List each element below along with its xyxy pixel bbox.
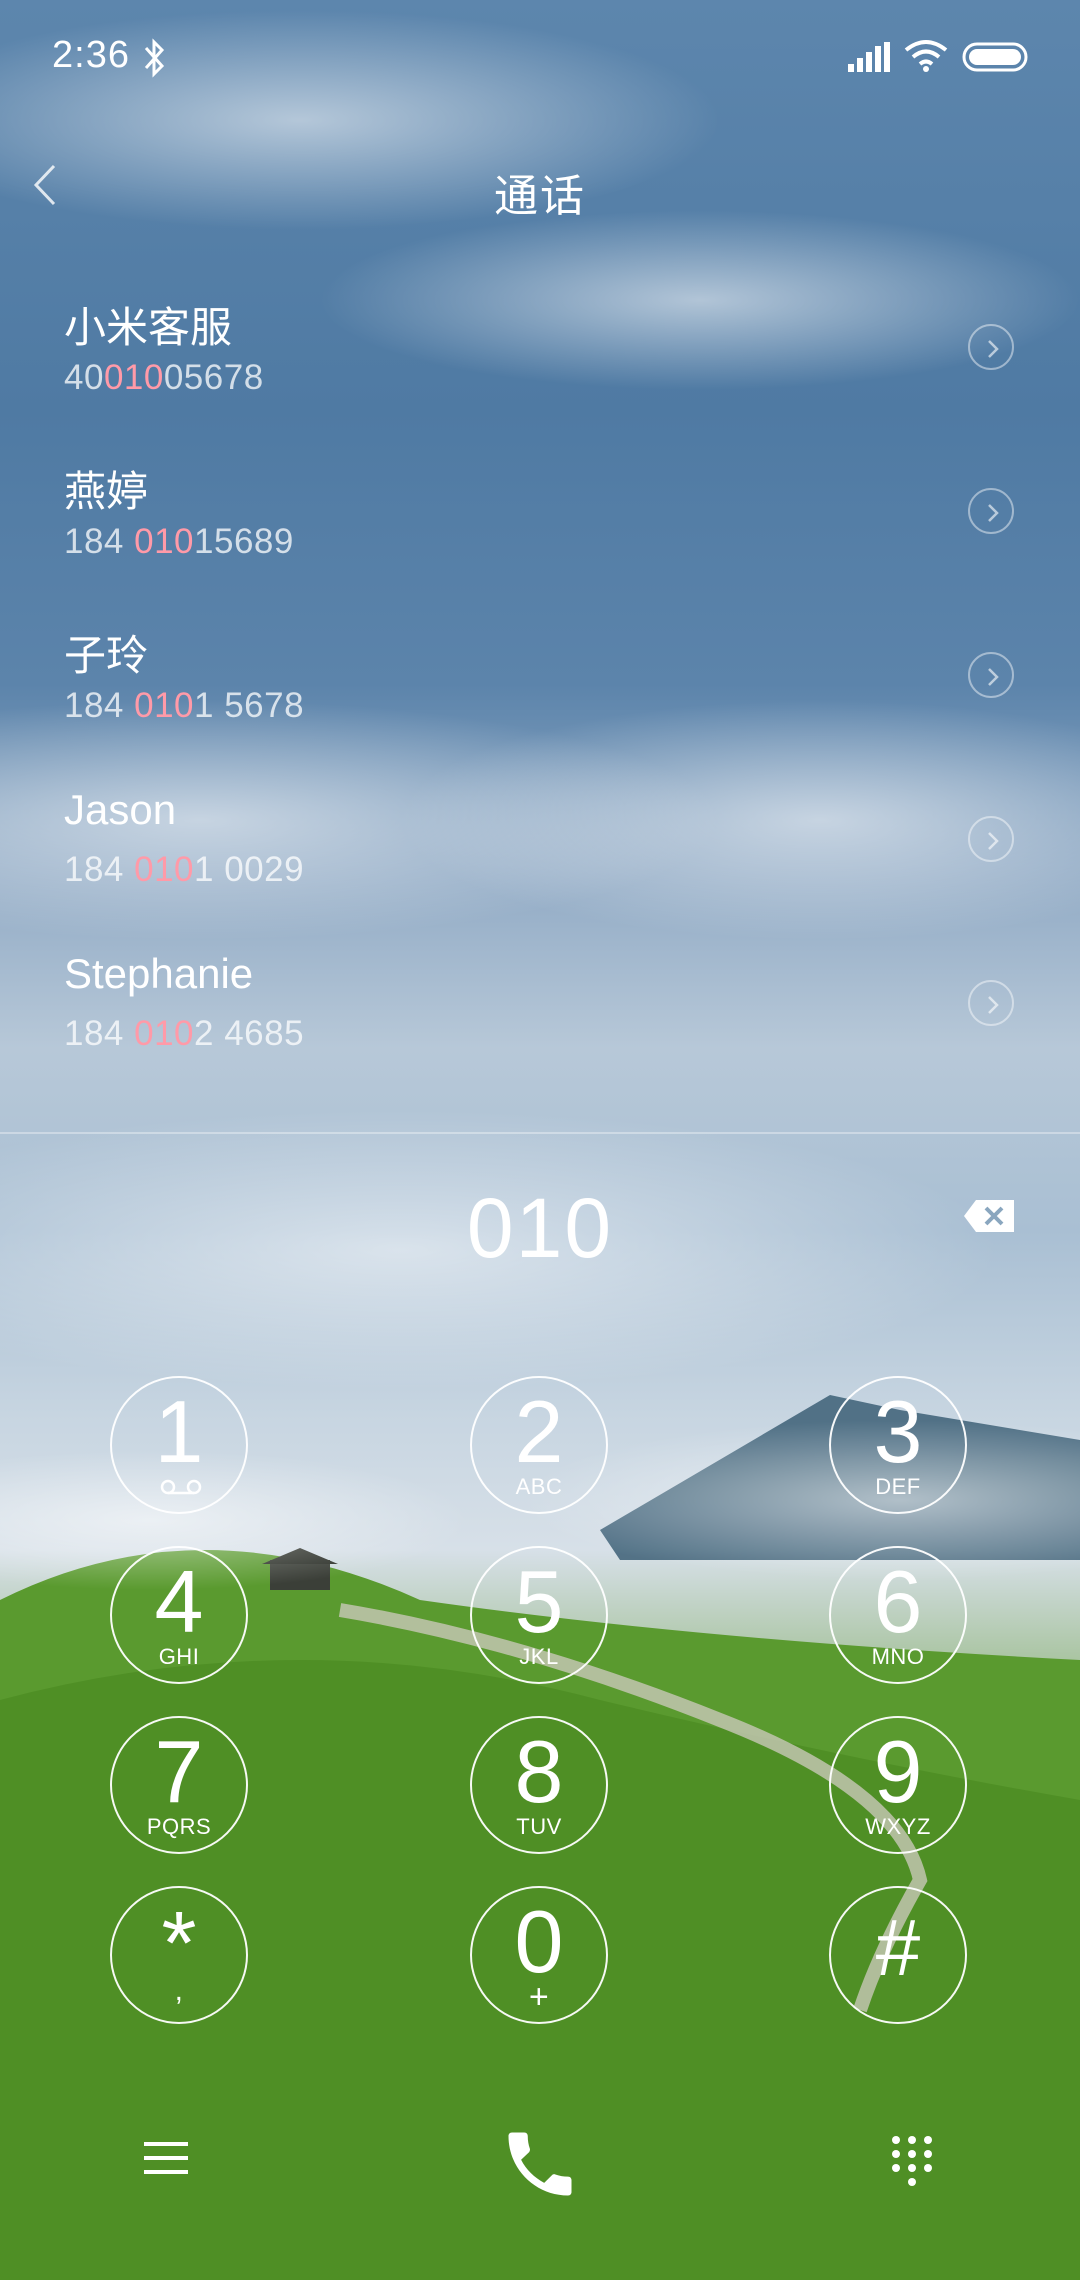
detail-icon[interactable] — [968, 324, 1014, 370]
key-1[interactable]: 1 — [110, 1376, 248, 1514]
page-title: 通话 — [494, 172, 586, 221]
backspace-icon[interactable] — [962, 1198, 1016, 1234]
contact-name: 小米客服 — [64, 304, 233, 351]
signal-icon — [848, 42, 890, 77]
key-3[interactable]: 3 DEF — [829, 1376, 967, 1514]
detail-icon[interactable] — [968, 488, 1014, 534]
contact-row[interactable]: 子玲 184 0101 5678 — [0, 598, 1080, 762]
contact-row[interactable]: 小米客服 4001005678 — [0, 270, 1080, 434]
contact-number: 184 0102 4685 — [64, 1014, 305, 1053]
key-star[interactable]: * , — [110, 1886, 248, 2024]
keypad-icon[interactable] — [890, 2134, 934, 2191]
contact-number: 184 0101 0029 — [64, 850, 305, 889]
contact-row[interactable]: Stephanie 184 0102 4685 — [0, 926, 1080, 1090]
key-2[interactable]: 2 ABC — [470, 1376, 608, 1514]
contact-suggestion-list: 小米客服 4001005678 燕婷 184 01015689 子玲 184 0… — [0, 270, 1080, 1090]
contact-name: Stephanie — [64, 950, 254, 997]
key-0[interactable]: 0 + — [470, 1886, 608, 2024]
contact-name: 子玲 — [64, 632, 149, 679]
key-6[interactable]: 6 MNO — [829, 1546, 967, 1684]
wifi-icon — [904, 38, 948, 77]
detail-icon[interactable] — [968, 980, 1014, 1026]
key-7[interactable]: 7 PQRS — [110, 1716, 248, 1854]
key-4[interactable]: 4 GHI — [110, 1546, 248, 1684]
contact-number: 184 01015689 — [64, 522, 294, 561]
contact-number: 184 0101 5678 — [64, 686, 305, 725]
key-hash[interactable]: # — [829, 1886, 967, 2024]
status-time: 2:36 — [52, 34, 130, 76]
menu-icon[interactable] — [144, 2140, 188, 2181]
key-5[interactable]: 5 JKL — [470, 1546, 608, 1684]
key-9[interactable]: 9 WXYZ — [829, 1716, 967, 1854]
contact-row[interactable]: 燕婷 184 01015689 — [0, 434, 1080, 598]
voicemail-icon — [160, 1479, 202, 1495]
key-8[interactable]: 8 TUV — [470, 1716, 608, 1854]
status-bar: 2:36 — [0, 0, 1080, 120]
detail-icon[interactable] — [968, 652, 1014, 698]
contact-name: 燕婷 — [64, 468, 149, 515]
bluetooth-icon — [142, 38, 168, 83]
phone-icon — [508, 2132, 572, 2196]
dialed-number: 010 — [466, 1181, 614, 1275]
contact-name: Jason — [64, 786, 177, 833]
battery-icon — [962, 42, 1032, 77]
contact-row[interactable]: Jason 184 0101 0029 — [0, 762, 1080, 926]
detail-icon[interactable] — [968, 816, 1014, 862]
call-button[interactable] — [498, 2122, 582, 2206]
contact-number: 4001005678 — [64, 358, 264, 397]
dialer-divider — [0, 1132, 1080, 1134]
